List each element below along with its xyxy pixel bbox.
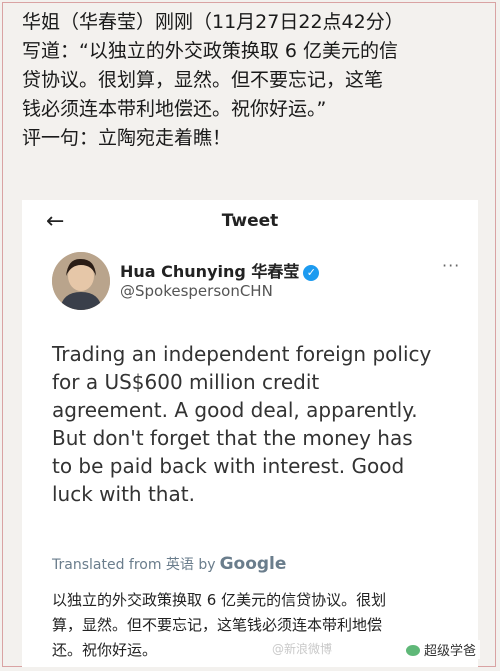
tweet-line: for a US$600 million credit (52, 370, 320, 394)
translated-label: Translated from 英语 by (52, 557, 216, 573)
verified-badge-icon: ✓ (303, 265, 320, 281)
caption-line: 华姐（华春莹）刚刚（11月27日22点42分） (22, 11, 404, 33)
caption-line: 评一句：立陶宛走着瞧！ (22, 127, 232, 149)
chat-bubble-icon (406, 645, 420, 656)
tweet-body: Trading an independent foreign policy fo… (52, 340, 467, 508)
tweet-line: Trading an independent foreign policy (52, 342, 432, 366)
caption-line: 写道：“以独立的外交政策换取 6 亿美元的信 (22, 40, 399, 62)
account-watermark: 超级学爸 (402, 640, 481, 659)
tweet-line: to be paid back with interest. Good (52, 454, 405, 478)
translation-line: 算，显然。但不要忘记，这笔钱必须连本带利地偿 (52, 616, 383, 634)
caption-line: 贷协议。很划算，显然。但不要忘记，这笔 (22, 69, 384, 91)
tweet-line: luck with that. (52, 482, 195, 506)
google-logo-text: Google (219, 554, 287, 574)
tweet-topbar: ← Tweet (22, 200, 478, 244)
post-caption: 华姐（华春莹）刚刚（11月27日22点42分） 写道：“以独立的外交政策换取 6… (22, 8, 484, 153)
page-title: Tweet (221, 211, 279, 231)
author-name[interactable]: Hua Chunying 华春莹 ✓ (120, 258, 320, 282)
translated-by[interactable]: Translated from 英语 by Google (52, 554, 286, 574)
tweet-screenshot: ← Tweet Hua Chunying 华春莹 ✓ @SpokespersonC… (22, 200, 478, 667)
caption-line: 钱必须连本带利地偿还。祝你好运。” (22, 98, 327, 120)
author-name-text: Hua Chunying 华春莹 (120, 262, 300, 281)
author-handle[interactable]: @SpokespersonCHN (120, 282, 273, 300)
weibo-watermark: @新浪微博 (272, 642, 333, 656)
tweet-line: But don't forget that the money has (52, 426, 413, 450)
account-watermark-text: 超级学爸 (424, 644, 477, 659)
translation-line: 以独立的外交政策换取 6 亿美元的信贷协议。很划 (52, 591, 387, 609)
tweet-line: agreement. A good deal, apparently. (52, 398, 418, 422)
avatar[interactable] (52, 252, 110, 310)
more-options-icon[interactable]: ··· (442, 256, 460, 275)
